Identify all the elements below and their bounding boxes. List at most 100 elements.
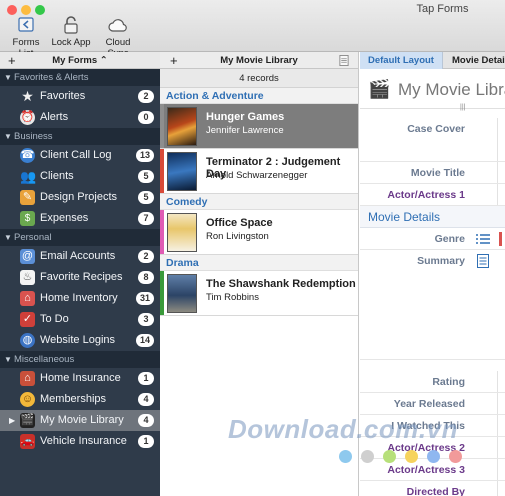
record-options-icon[interactable] xyxy=(339,55,349,66)
disclosure-triangle-icon: ▼ xyxy=(4,73,12,82)
count-badge: 4 xyxy=(138,393,154,406)
clapper-icon: 🎬 xyxy=(20,413,35,428)
record-subtitle: Ron Livingston xyxy=(206,231,269,242)
sidebar-item-website-logins[interactable]: ◍ Website Logins 14 xyxy=(0,330,160,351)
group-header: Action & Adventure xyxy=(160,88,358,104)
record-row-office-space[interactable]: Office Space Ron Livingston xyxy=(160,210,358,255)
clapper-icon: 🎬 xyxy=(368,79,391,99)
sidebar-item-memberships[interactable]: ☺ Memberships 4 xyxy=(0,389,160,410)
disclosure-triangle-icon: ▼ xyxy=(4,233,12,242)
field-row-case-cover[interactable]: Case Cover xyxy=(360,118,505,162)
smiley-icon: ☺ xyxy=(20,392,35,407)
sidebar-item-label: Favorite Recipes xyxy=(40,271,123,283)
color-tag xyxy=(160,271,164,315)
list-title: My Movie Library xyxy=(220,55,298,66)
section-miscellaneous[interactable]: ▼ Miscellaneous xyxy=(0,351,160,368)
record-row-shawshank-redemption[interactable]: The Shawshank Redemption Tim Robbins xyxy=(160,271,358,316)
tab-movie-details[interactable]: Movie Details xyxy=(444,52,505,69)
count-badge: 7 xyxy=(138,212,154,225)
field-label: I Watched This xyxy=(391,420,465,432)
record-row-terminator-2[interactable]: Terminator 2 : Judgement Day Arnold Schw… xyxy=(160,149,358,194)
section-business[interactable]: ▼ Business xyxy=(0,128,160,145)
list-picker-icon[interactable] xyxy=(476,233,490,245)
sidebar-item-clients[interactable]: 👥 Clients 5 xyxy=(0,166,160,187)
field-row-rating[interactable]: Rating xyxy=(360,371,505,393)
record-title: Hunger Games xyxy=(206,111,285,123)
note-icon[interactable] xyxy=(477,254,489,268)
forms-sidebar: + My Forms ⌃ ▼ Favorites & Alerts ★ Favori… xyxy=(0,52,160,496)
field-label: Actor/Actress 1 xyxy=(387,189,465,201)
sidebar-item-alerts[interactable]: ⏰ Alerts 0 xyxy=(0,107,160,128)
field-row-i-watched-this[interactable]: I Watched This xyxy=(360,415,505,437)
field-label: Actor/Actress 3 xyxy=(387,464,465,476)
sidebar-item-label: Favorites xyxy=(40,90,86,102)
sidebar-item-to-do[interactable]: ✓ To Do 3 xyxy=(0,309,160,330)
record-row-hunger-games[interactable]: Hunger Games Jennifer Lawrence xyxy=(160,104,358,149)
people-icon: 👥 xyxy=(20,169,37,184)
count-badge: 5 xyxy=(138,191,154,204)
field-label: Movie Title xyxy=(410,167,465,179)
section-label: Miscellaneous xyxy=(14,354,75,365)
tab-default-layout[interactable]: Default Layout xyxy=(360,52,443,69)
section-label: Favorites & Alerts xyxy=(14,72,89,83)
field-row-actor-actress-1[interactable]: Actor/Actress 1 xyxy=(360,184,505,206)
sidebar-item-label: Website Logins xyxy=(40,334,116,346)
disclosure-triangle-icon: ▼ xyxy=(4,355,12,364)
column-resize-handle[interactable]: ||| xyxy=(460,104,465,111)
count-badge: 0 xyxy=(138,111,154,124)
sidebar-item-home-inventory[interactable]: ⌂ Home Inventory 31 xyxy=(0,288,160,309)
field-label: Case Cover xyxy=(407,123,465,135)
field-row-genre[interactable]: Genre xyxy=(360,228,505,250)
sidebar-item-my-movie-library[interactable]: ▶ 🎬 My Movie Library 4 xyxy=(0,410,160,431)
sidebar-item-design-projects[interactable]: ✎ Design Projects 5 xyxy=(0,187,160,208)
sidebar-item-label: Home Insurance xyxy=(40,372,121,384)
sidebar-item-favorites[interactable]: ★ Favorites 2 xyxy=(0,86,160,107)
chef-icon: ♨ xyxy=(20,270,35,285)
count-badge: 8 xyxy=(138,271,154,284)
lock-app-button[interactable]: Lock App xyxy=(51,16,91,48)
checkbox-icon: ✓ xyxy=(20,312,35,327)
car-icon: 🚗 xyxy=(20,434,35,449)
count-badge: 2 xyxy=(138,250,154,263)
forms-list-icon xyxy=(18,17,34,32)
star-icon: ★ xyxy=(21,88,34,104)
section-personal[interactable]: ▼ Personal xyxy=(0,229,160,246)
sidebar-item-client-call-log[interactable]: ☎ Client Call Log 13 xyxy=(0,145,160,166)
sidebar-item-label: Home Inventory xyxy=(40,292,118,304)
lock-icon xyxy=(64,16,78,34)
record-title: Office Space xyxy=(206,217,273,229)
field-label: Year Released xyxy=(393,398,465,410)
count-badge: 3 xyxy=(138,313,154,326)
field-label: Summary xyxy=(417,255,465,267)
field-row-movie-title[interactable]: Movie Title xyxy=(360,162,505,184)
watermark-dot xyxy=(339,450,352,463)
count-badge: 14 xyxy=(135,334,154,347)
sidebar-item-vehicle-insurance[interactable]: 🚗 Vehicle Insurance 1 xyxy=(0,431,160,452)
section-label: Personal xyxy=(14,232,52,243)
sidebar-item-email-accounts[interactable]: @ Email Accounts 2 xyxy=(0,246,160,267)
sidebar-item-favorite-recipes[interactable]: ♨ Favorite Recipes 8 xyxy=(0,267,160,288)
expand-arrow-icon[interactable]: ▶ xyxy=(9,410,15,431)
field-row-year-released[interactable]: Year Released xyxy=(360,393,505,415)
record-count: 4 records xyxy=(160,69,358,88)
my-forms-dropdown[interactable]: My Forms ⌃ xyxy=(0,55,160,66)
disclosure-triangle-icon: ▼ xyxy=(4,132,12,141)
color-tag xyxy=(160,149,164,193)
add-record-button[interactable]: + xyxy=(170,52,178,69)
sidebar-item-expenses[interactable]: $ Expenses 7 xyxy=(0,208,160,229)
field-label: Rating xyxy=(432,376,465,388)
field-row-summary[interactable]: Summary xyxy=(360,250,505,360)
sidebar-item-label: To Do xyxy=(40,313,69,325)
sidebar-item-home-insurance[interactable]: ⌂ Home Insurance 1 xyxy=(0,368,160,389)
field-row-directed-by[interactable]: Directed By xyxy=(360,481,505,496)
watermark-dot xyxy=(449,450,462,463)
section-favorites-alerts[interactable]: ▼ Favorites & Alerts xyxy=(0,69,160,86)
color-tag xyxy=(160,210,164,254)
count-badge: 1 xyxy=(138,372,154,385)
movie-cover-image xyxy=(167,152,197,191)
watermark-dot xyxy=(383,450,396,463)
pencil-icon: ✎ xyxy=(20,190,35,205)
section-label: Business xyxy=(14,131,53,142)
detail-title-bar: 🎬 My Movie Library ||| xyxy=(360,69,505,111)
sidebar-item-label: Vehicle Insurance xyxy=(40,435,127,447)
